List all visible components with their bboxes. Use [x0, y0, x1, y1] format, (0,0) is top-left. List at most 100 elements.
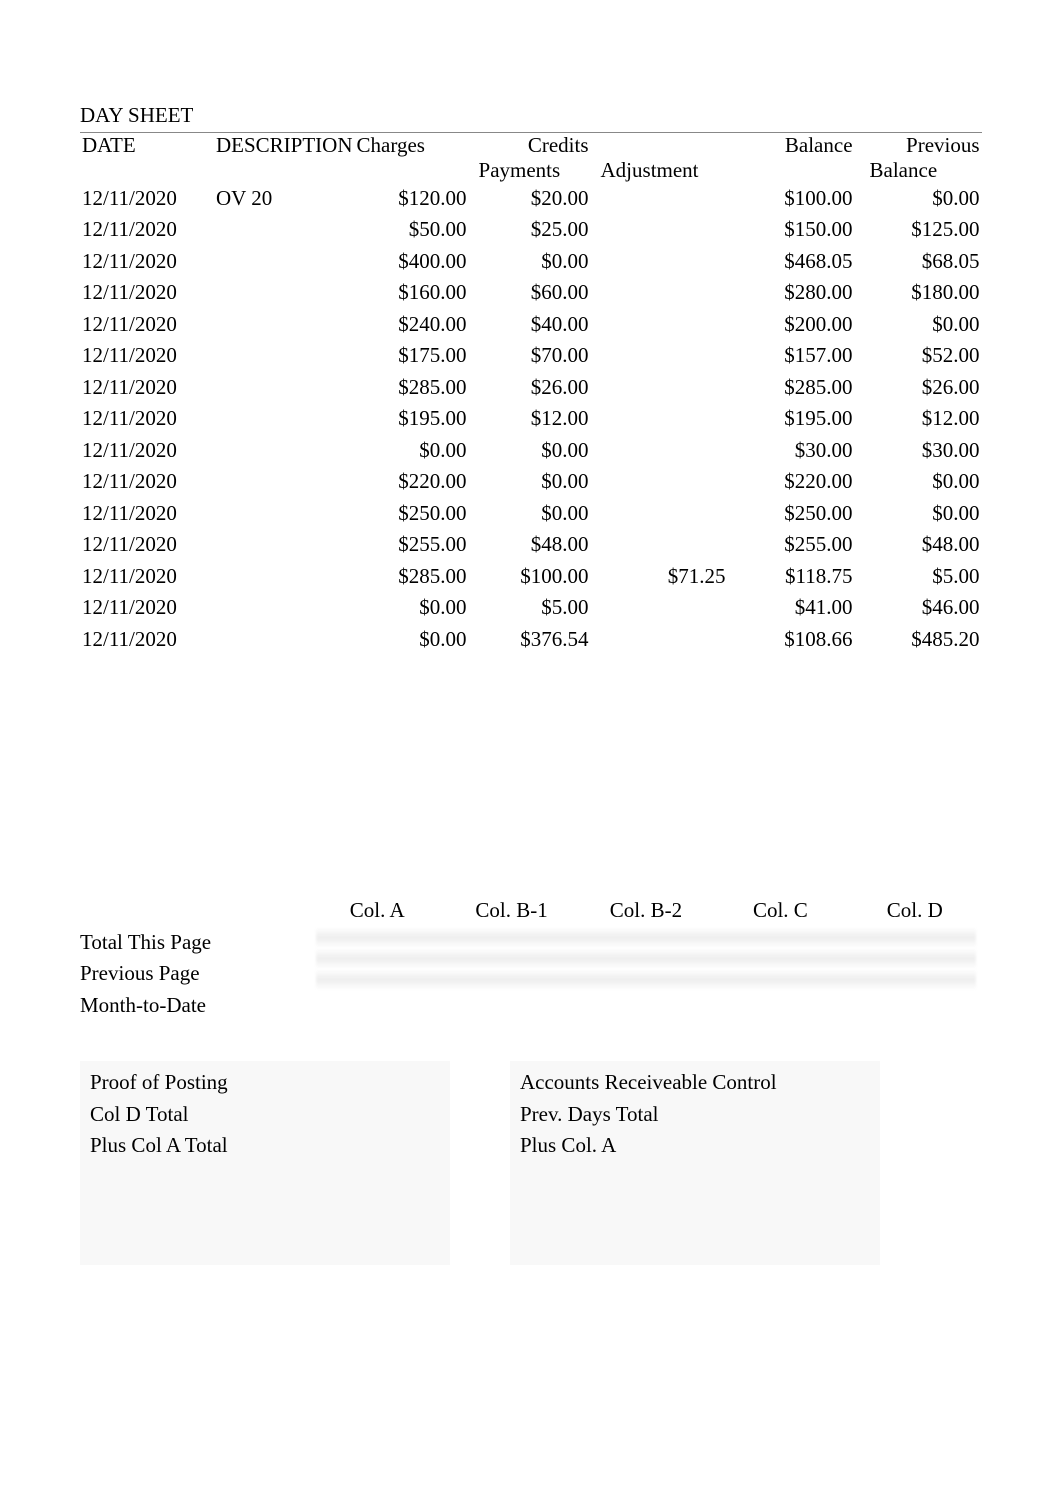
cell-charges: $220.00: [355, 466, 469, 498]
cell-date: 12/11/2020: [80, 592, 214, 624]
cell-prev: $0.00: [855, 309, 982, 341]
col-header-blank: [591, 133, 728, 158]
cell-desc: [214, 372, 355, 404]
table-row: 12/11/2020$0.00$376.54$108.66$485.20: [80, 624, 982, 656]
cell-date: 12/11/2020: [80, 372, 214, 404]
cell-desc: [214, 466, 355, 498]
cell-desc: OV 20: [214, 183, 355, 215]
proof-row-col-d-total: Col D Total: [90, 1099, 440, 1131]
cell-balance: $255.00: [728, 529, 855, 561]
cell-date: 12/11/2020: [80, 435, 214, 467]
ar-row-plus-col-a: Plus Col. A: [520, 1130, 870, 1162]
table-header-row-2: Payments Adjustment Balance: [80, 158, 982, 183]
cell-payments: $25.00: [469, 214, 591, 246]
blurred-row: [316, 969, 976, 990]
ar-control-title: Accounts Receiveable Control: [520, 1067, 870, 1099]
table-row: 12/11/2020 $0.00$5.00 $41.00$46.00: [80, 592, 982, 624]
cell-adj: [591, 529, 728, 561]
cell-prev: $125.00: [855, 214, 982, 246]
cell-charges: $400.00: [355, 246, 469, 278]
cell-adj: [591, 498, 728, 530]
summary-col-b2: Col. B-2: [579, 895, 713, 927]
cell-balance: $41.00: [728, 592, 855, 624]
cell-date: 12/11/2020: [80, 246, 214, 278]
table-row: 12/11/2020$285.00$26.00$285.00$26.00: [80, 372, 982, 404]
col-header-date: DATE: [80, 133, 214, 158]
cell-balance: $118.75: [728, 561, 855, 593]
summary-col-b1: Col. B-1: [444, 895, 578, 927]
cell-payments: $100.00: [469, 561, 591, 593]
cell-balance: $195.00: [728, 403, 855, 435]
cell-payments: $26.00: [469, 372, 591, 404]
cell-prev: $46.00: [855, 592, 982, 624]
table-row: 12/11/2020 $50.00$25.00 $150.00$125.00: [80, 214, 982, 246]
cell-charges: $50.00: [355, 214, 469, 246]
cell-adj: [591, 183, 728, 215]
cell-adj: [591, 466, 728, 498]
table-row: 12/11/2020$285.00$100.00$71.25$118.75$5.…: [80, 561, 982, 593]
table-header-row-1: DATE DESCRIPTION Charges Credits Balance…: [80, 133, 982, 158]
cell-prev: $30.00: [855, 435, 982, 467]
cell-prev: $485.20: [855, 624, 982, 656]
cell-adj: [591, 372, 728, 404]
table-row: 12/11/2020$255.00$48.00$255.00$48.00: [80, 529, 982, 561]
col-header-payments: Payments: [469, 158, 591, 183]
cell-balance: $108.66: [728, 624, 855, 656]
cell-date: 12/11/2020: [80, 214, 214, 246]
table-row: 12/11/2020$160.00$60.00$280.00$180.00: [80, 277, 982, 309]
cell-adj: [591, 246, 728, 278]
summary-col-headers: Col. A Col. B-1 Col. B-2 Col. C Col. D: [310, 895, 982, 927]
cell-charges: $0.00: [355, 592, 469, 624]
cell-adj: [591, 592, 728, 624]
cell-prev: $48.00: [855, 529, 982, 561]
col-header-description: DESCRIPTION: [214, 133, 355, 158]
cell-charges: $240.00: [355, 309, 469, 341]
page-title: DAY SHEET: [80, 100, 982, 133]
cell-desc: [214, 561, 355, 593]
summary-label-total-this-page: Total This Page: [80, 927, 310, 959]
cell-prev: $12.00: [855, 403, 982, 435]
cell-charges: $175.00: [355, 340, 469, 372]
cell-payments: $0.00: [469, 498, 591, 530]
cell-desc: [214, 592, 355, 624]
cell-desc: [214, 529, 355, 561]
proof-of-posting-box: Proof of Posting Col D Total Plus Col A …: [80, 1061, 450, 1265]
col-header-adjustment: Adjustment: [591, 158, 728, 183]
cell-balance: $157.00: [728, 340, 855, 372]
cell-date: 12/11/2020: [80, 277, 214, 309]
cell-desc: [214, 624, 355, 656]
cell-balance: $150.00: [728, 214, 855, 246]
table-row: 12/11/2020$250.00$0.00$250.00$0.00: [80, 498, 982, 530]
summary-label-month-to-date: Month-to-Date: [80, 990, 310, 1022]
cell-prev: $0.00: [855, 498, 982, 530]
cell-payments: $5.00: [469, 592, 591, 624]
cell-prev: $68.05: [855, 246, 982, 278]
table-row: 12/11/2020$0.00$0.00$30.00$30.00: [80, 435, 982, 467]
cell-prev: $5.00: [855, 561, 982, 593]
cell-desc: [214, 403, 355, 435]
cell-payments: $0.00: [469, 466, 591, 498]
cell-balance: $30.00: [728, 435, 855, 467]
cell-date: 12/11/2020: [80, 309, 214, 341]
day-sheet-table: DATE DESCRIPTION Charges Credits Balance…: [80, 133, 982, 656]
cell-payments: $40.00: [469, 309, 591, 341]
cell-charges: $0.00: [355, 624, 469, 656]
cell-charges: $120.00: [355, 183, 469, 215]
col-header-credits: Credits: [469, 133, 591, 158]
cell-prev: $26.00: [855, 372, 982, 404]
col-header-balance: Balance: [728, 133, 855, 158]
summary-section: Total This Page Previous Page Month-to-D…: [80, 895, 982, 1265]
blurred-row: [316, 948, 976, 969]
cell-charges: $285.00: [355, 561, 469, 593]
cell-payments: $48.00: [469, 529, 591, 561]
cell-desc: [214, 435, 355, 467]
col-header-previous: Previous: [855, 133, 982, 158]
cell-charges: $285.00: [355, 372, 469, 404]
cell-balance: $285.00: [728, 372, 855, 404]
col-header-prev-balance: Balance: [855, 158, 982, 183]
cell-date: 12/11/2020: [80, 498, 214, 530]
cell-prev: $180.00: [855, 277, 982, 309]
cell-balance: $280.00: [728, 277, 855, 309]
ar-control-box: Accounts Receiveable Control Prev. Days …: [510, 1061, 880, 1265]
cell-adj: [591, 340, 728, 372]
